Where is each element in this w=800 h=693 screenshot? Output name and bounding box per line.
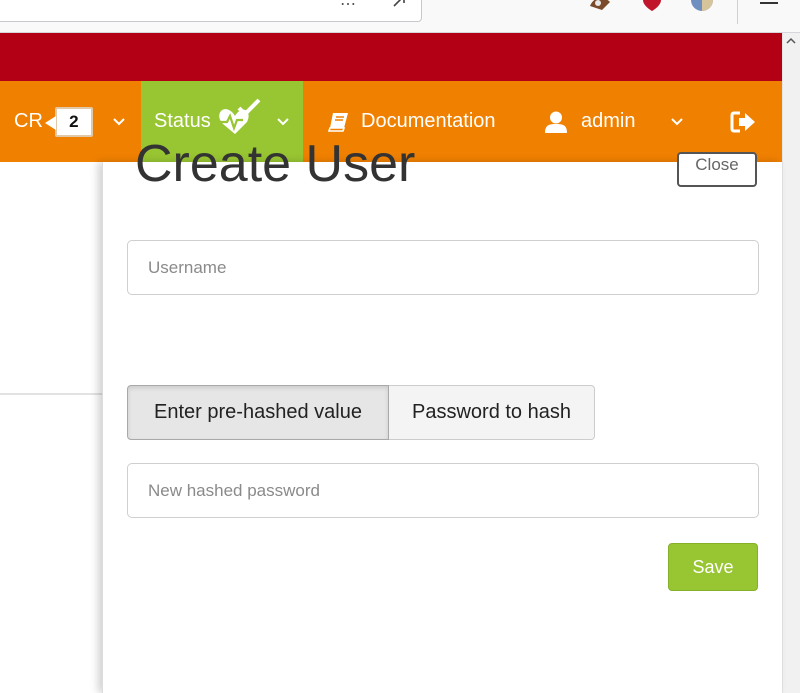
book-icon: [327, 112, 348, 132]
heartbeat-check-icon: [218, 98, 261, 134]
pin-icon[interactable]: [392, 0, 406, 8]
documentation-label: Documentation: [361, 110, 496, 132]
scroll-up-arrow-icon[interactable]: [786, 36, 796, 46]
top-brand-band: [0, 33, 782, 81]
password-mode-toggle: Enter pre-hashed value Password to hash: [127, 385, 595, 440]
hashed-password-input[interactable]: [127, 463, 759, 518]
page-scrollbar[interactable]: [782, 33, 800, 693]
password-to-hash-button[interactable]: Password to hash: [389, 385, 595, 440]
username-input[interactable]: [127, 240, 759, 295]
chevron-down-icon[interactable]: [112, 114, 126, 128]
profile-extension-icon[interactable]: [690, 0, 714, 12]
background-divider: [0, 393, 102, 395]
hamburger-icon[interactable]: [760, 2, 780, 10]
create-user-modal: Create User Close Enter pre-hashed value…: [102, 135, 782, 693]
close-button[interactable]: Close: [677, 152, 757, 187]
sign-out-icon: [730, 111, 755, 132]
chevron-down-icon[interactable]: [670, 114, 684, 128]
cr-label: CR: [14, 110, 43, 132]
prehashed-mode-button[interactable]: Enter pre-hashed value: [127, 385, 389, 440]
chevron-down-icon[interactable]: [276, 114, 290, 128]
cr-menu[interactable]: CR 2: [14, 81, 93, 162]
browser-toolbar: …: [0, 0, 800, 33]
save-button[interactable]: Save: [668, 543, 758, 591]
user-label: admin: [581, 110, 636, 132]
modal-title: Create User: [135, 135, 416, 193]
toolbar-separator: [737, 0, 738, 24]
page-actions-button[interactable]: …: [340, 0, 357, 9]
shield-extension-icon[interactable]: [640, 0, 664, 12]
extension-icon[interactable]: [588, 0, 612, 12]
cr-count-badge: 2: [44, 106, 93, 137]
status-label: Status: [154, 110, 211, 132]
url-bar[interactable]: [0, 0, 422, 22]
logout-button[interactable]: [730, 81, 756, 162]
user-icon: [545, 111, 567, 133]
user-menu[interactable]: admin: [545, 81, 635, 162]
